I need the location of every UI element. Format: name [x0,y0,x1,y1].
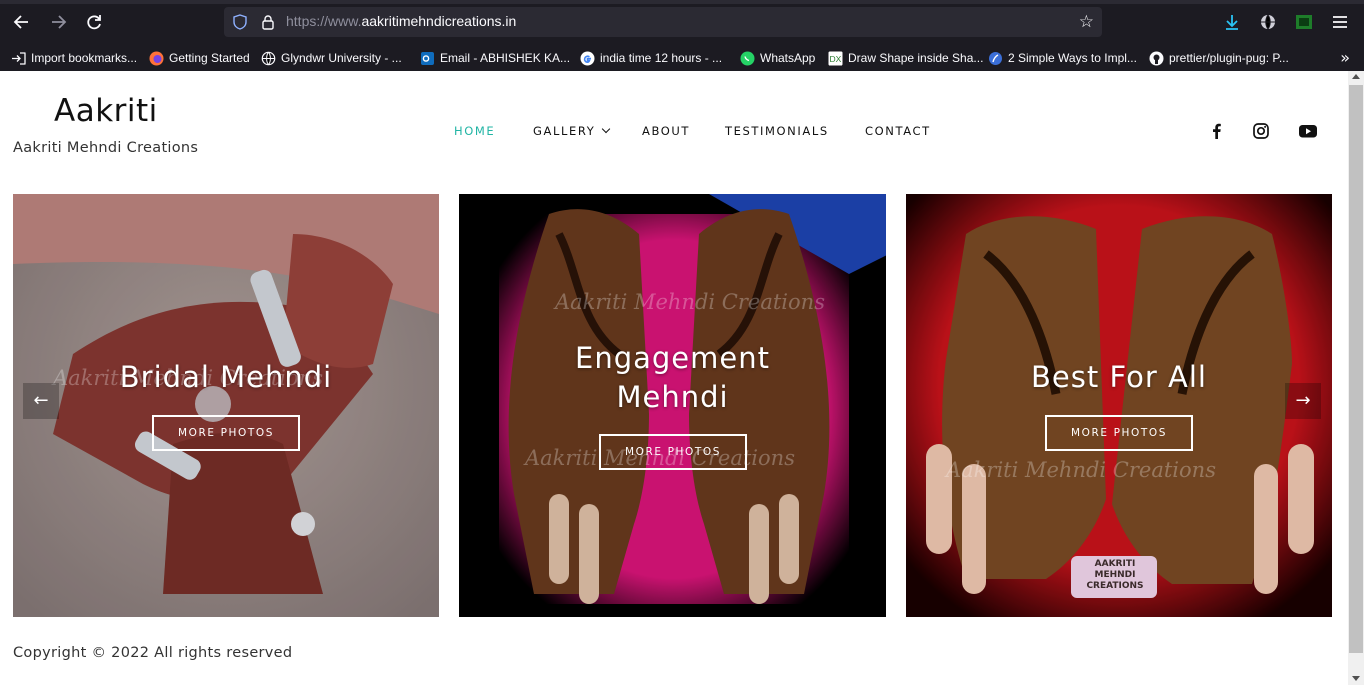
bridal-mehndi-photo [13,194,439,617]
creator-badge: AAKRITI MEHNDI CREATIONS [1076,559,1154,592]
nav-item-home[interactable]: HOME [454,124,495,138]
carousel-next-button[interactable]: → [1285,383,1321,419]
site-title[interactable]: Aakriti [54,93,158,129]
facebook-icon[interactable] [1208,122,1226,140]
firefox-icon [149,51,164,65]
bookmark-item[interactable]: DX Draw Shape inside Sha... [828,48,983,68]
bookmark-label: Glyndwr University - ... [281,51,402,65]
site-subtitle: Aakriti Mehndi Creations [13,140,199,156]
bookmark-label: Draw Shape inside Sha... [848,51,984,65]
scroll-thumb[interactable] [1349,85,1363,653]
bookmark-label: Getting Started [169,51,250,65]
instagram-icon[interactable] [1252,122,1270,140]
bookmark-item[interactable]: Import bookmarks... [11,48,137,68]
watermark-text: Aakriti Mehndi Creations [946,458,1216,482]
nav-item-contact[interactable]: CONTACT [865,124,931,138]
scroll-up-arrow-icon[interactable] [1352,74,1360,79]
footer-copyright: Copyright © 2022 All rights reserved [13,645,293,661]
bookmark-item[interactable]: Email - ABHISHEK KA... [420,48,570,68]
badge-line: MEHNDI [1094,570,1136,580]
site-icon [989,51,1002,65]
import-icon [12,51,26,65]
web-page: Aakriti Aakriti Mehndi Creations HOME GA… [0,71,1348,685]
lock-icon[interactable] [260,14,276,30]
back-button[interactable] [11,11,33,33]
bookmark-label: Email - ABHISHEK KA... [440,51,571,65]
watermark-text: Aakriti Mehndi Creations [555,290,825,314]
downloads-icon[interactable] [1222,12,1242,32]
carousel-prev-button[interactable]: ← [23,383,59,419]
address-bar[interactable]: https://www.aakritimehndicreations.in ☆ [224,7,1102,37]
best-for-all-photo [906,194,1332,617]
slide-title: Best For All [1031,360,1207,394]
arrow-left-icon [13,15,28,29]
nav-item-label: GALLERY [533,124,596,138]
outlook-icon [421,51,434,65]
reload-button[interactable] [83,11,105,33]
tracking-shield-icon[interactable] [232,14,248,30]
whatsapp-icon [740,51,755,65]
globe-extension-icon[interactable] [1258,12,1278,32]
badge-line: CREATIONS [1086,581,1144,591]
bookmark-label: 2 Simple Ways to Impl... [1008,51,1137,65]
bookmark-item[interactable]: 2 Simple Ways to Impl... [988,48,1137,68]
hamburger-menu-icon[interactable] [1330,12,1350,32]
bookmark-item[interactable]: Getting Started [149,48,250,68]
bookmarks-bar: Import bookmarks... Getting Started Glyn… [0,44,1364,71]
slide-title-line1: Engagement [575,341,770,375]
page-scrollbar[interactable] [1348,71,1364,685]
scroll-down-arrow-icon[interactable] [1352,676,1360,681]
slide-title-line2: Mehndi [616,380,729,414]
slide-title: Bridal Mehndi [119,360,333,394]
more-photos-button[interactable]: MORE PHOTOS [1045,415,1193,451]
bookmark-item[interactable]: Glyndwr University - ... [261,48,402,68]
nav-item-gallery[interactable]: GALLERY [533,124,611,138]
arrow-right-icon: → [1295,390,1311,411]
bookmark-item[interactable]: india time 12 hours - ... [580,48,722,68]
nav-item-testimonials[interactable]: TESTIMONIALS [725,124,829,138]
bookmark-item[interactable]: WhatsApp [740,48,815,68]
url-protocol: https://www. [286,13,362,29]
badge-line: AAKRITI [1094,559,1136,569]
arrow-right-icon [52,15,67,29]
dx-icon: DX [828,51,843,65]
forward-button[interactable] [47,11,69,33]
slide-engagement-mehndi[interactable]: Aakriti Mehndi Creations Aakriti Mehndi … [459,194,886,617]
youtube-icon[interactable] [1298,122,1318,140]
slide-best-for-all[interactable]: AAKRITI MEHNDI CREATIONS Aakriti Mehndi … [906,194,1332,617]
slide-bridal-mehndi[interactable]: Aakriti Mehndi Creations Bridal Mehndi M… [13,194,439,617]
bookmark-label: prettier/plugin-pug: P... [1169,51,1289,65]
bookmark-label: Import bookmarks... [31,51,138,65]
more-bookmarks-chevron-icon[interactable]: » [1340,48,1350,67]
bookmark-label: india time 12 hours - ... [600,51,723,65]
bookmark-label: WhatsApp [760,51,816,65]
extension-icon[interactable] [1294,12,1314,32]
google-icon [580,51,595,65]
browser-toolbar: https://www.aakritimehndicreations.in ☆ [0,0,1364,44]
more-photos-button[interactable]: MORE PHOTOS [599,434,747,470]
reload-icon [87,15,101,30]
window-edge [0,0,1364,4]
arrow-left-icon: ← [33,390,49,411]
url-text[interactable]: https://www.aakritimehndicreations.in [286,13,516,29]
nav-item-about[interactable]: ABOUT [642,124,690,138]
github-icon [1149,51,1164,65]
chevron-down-icon [602,124,611,134]
globe-icon [261,51,276,65]
bookmark-star-icon[interactable]: ☆ [1079,12,1094,32]
bookmark-item[interactable]: prettier/plugin-pug: P... [1149,48,1289,68]
more-photos-button[interactable]: MORE PHOTOS [152,415,300,451]
url-domain: aakritimehndicreations.in [361,13,517,29]
svg-text:DX: DX [830,54,842,64]
